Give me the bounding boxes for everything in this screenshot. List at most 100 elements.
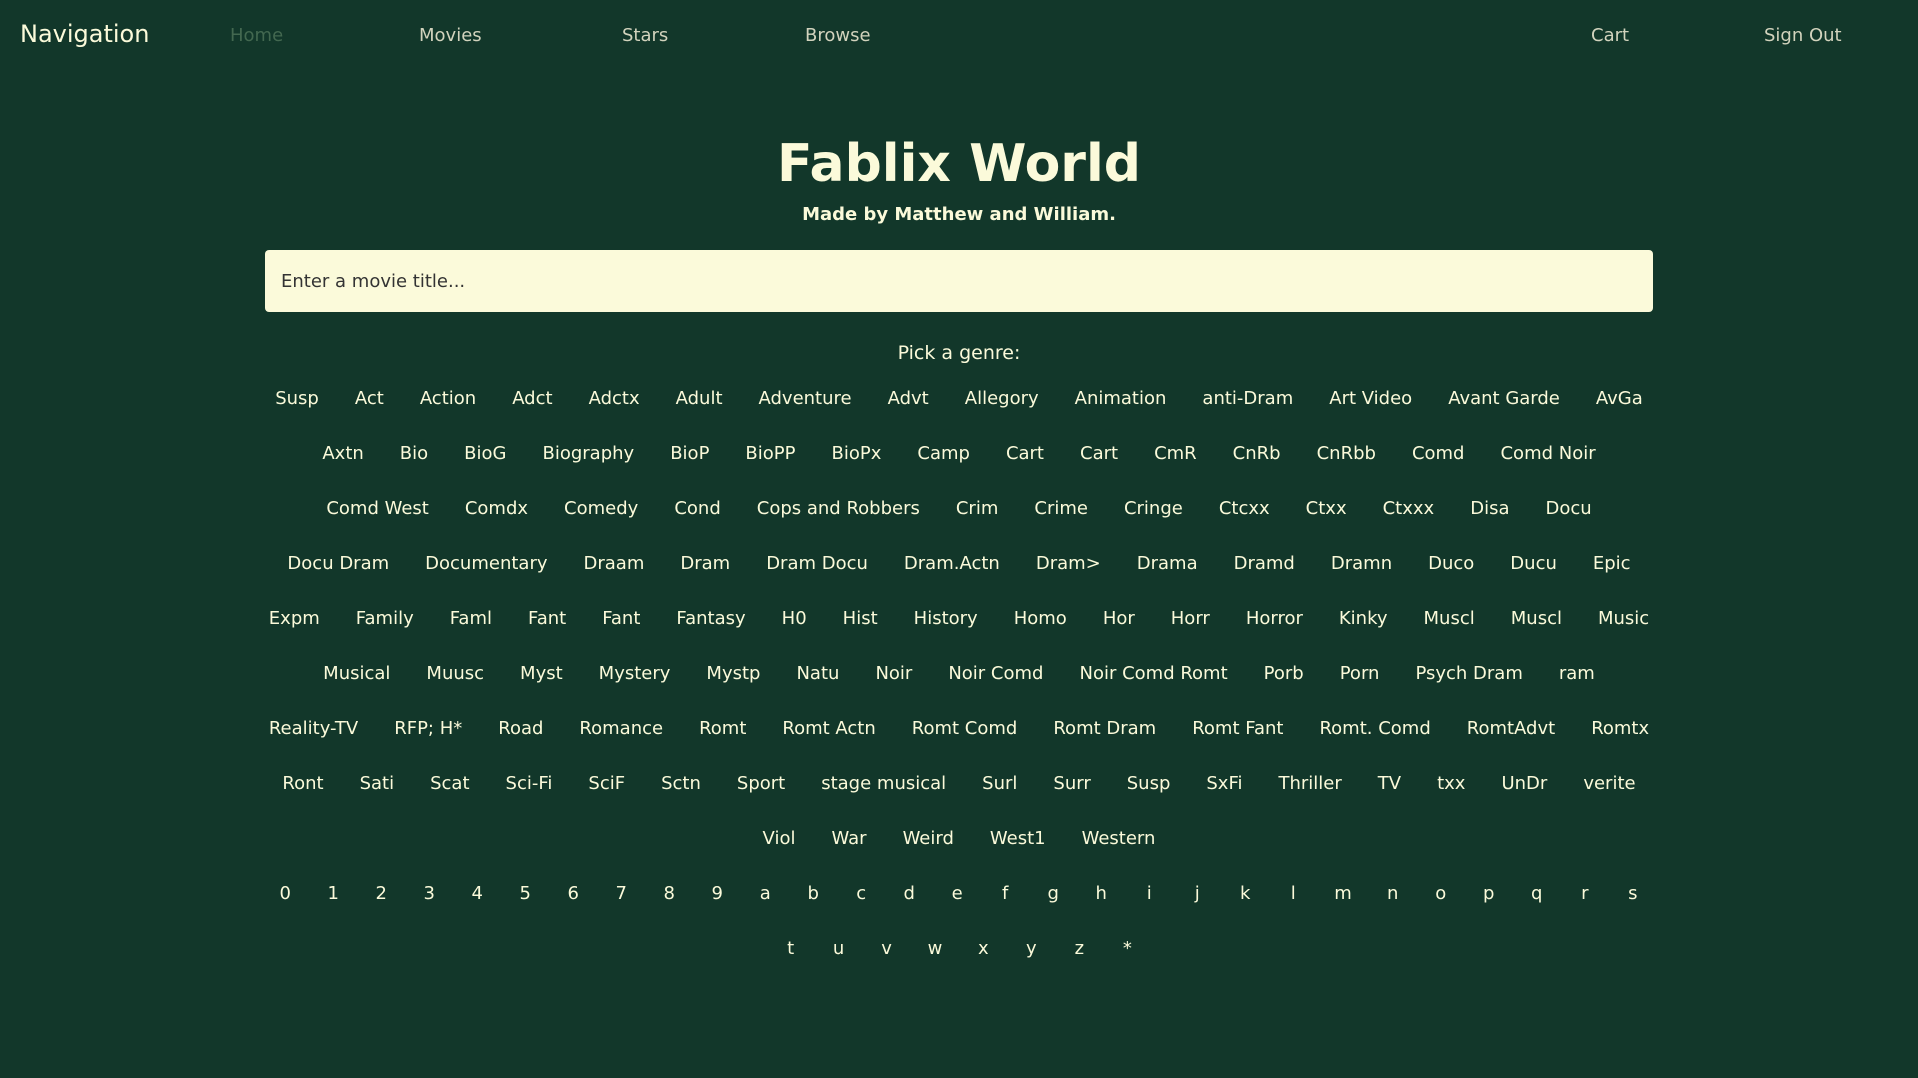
genre-link[interactable]: Disa: [1470, 494, 1509, 523]
title-initial-link[interactable]: q: [1530, 879, 1544, 908]
genre-link[interactable]: Homo: [1014, 604, 1067, 633]
genre-link[interactable]: Animation: [1075, 384, 1167, 413]
genre-link[interactable]: Sati: [360, 769, 395, 798]
genre-link[interactable]: Docu: [1545, 494, 1591, 523]
genre-link[interactable]: Mystp: [706, 659, 760, 688]
genre-link[interactable]: Muscl: [1424, 604, 1475, 633]
title-initial-link[interactable]: z: [1072, 934, 1086, 963]
genre-link[interactable]: CmR: [1154, 439, 1197, 468]
genre-link[interactable]: Sci-Fi: [506, 769, 553, 798]
genre-link[interactable]: Mystery: [599, 659, 671, 688]
genre-link[interactable]: Scat: [430, 769, 469, 798]
nav-cart-link[interactable]: Cart: [1591, 25, 1629, 46]
title-initial-link[interactable]: a: [758, 879, 772, 908]
genre-link[interactable]: Action: [420, 384, 476, 413]
genre-link[interactable]: Dram>: [1036, 549, 1101, 578]
genre-link[interactable]: Horr: [1171, 604, 1210, 633]
title-initial-link[interactable]: u: [832, 934, 846, 963]
genre-link[interactable]: BioPP: [745, 439, 795, 468]
genre-link[interactable]: Adctx: [589, 384, 640, 413]
genre-link[interactable]: Cart: [1080, 439, 1118, 468]
genre-link[interactable]: RFP; H*: [394, 714, 462, 743]
title-initial-link[interactable]: h: [1094, 879, 1108, 908]
genre-link[interactable]: Sctn: [661, 769, 701, 798]
genre-link[interactable]: Dram.Actn: [904, 549, 1000, 578]
genre-link[interactable]: Fantasy: [676, 604, 745, 633]
genre-link[interactable]: Ctxxx: [1383, 494, 1435, 523]
title-initial-link[interactable]: w: [928, 934, 943, 963]
genre-link[interactable]: Ctxx: [1306, 494, 1347, 523]
title-initial-link[interactable]: t: [784, 934, 798, 963]
genre-link[interactable]: War: [831, 824, 866, 853]
genre-link[interactable]: Susp: [275, 384, 319, 413]
genre-link[interactable]: Romt Fant: [1192, 714, 1283, 743]
title-initial-link[interactable]: j: [1190, 879, 1204, 908]
genre-link[interactable]: Adult: [676, 384, 723, 413]
genre-link[interactable]: Romt Actn: [782, 714, 875, 743]
title-initial-link[interactable]: 6: [566, 879, 580, 908]
genre-link[interactable]: Music: [1598, 604, 1649, 633]
title-initial-link[interactable]: b: [806, 879, 820, 908]
genre-link[interactable]: Allegory: [965, 384, 1039, 413]
genre-link[interactable]: Comdx: [465, 494, 528, 523]
title-initial-link[interactable]: s: [1626, 879, 1640, 908]
title-initial-link[interactable]: 3: [422, 879, 436, 908]
genre-link[interactable]: Bio: [400, 439, 428, 468]
genre-link[interactable]: Viol: [763, 824, 796, 853]
genre-link[interactable]: anti-Dram: [1202, 384, 1293, 413]
title-initial-link[interactable]: 1: [326, 879, 340, 908]
genre-link[interactable]: Myst: [520, 659, 563, 688]
title-initial-link[interactable]: 7: [614, 879, 628, 908]
genre-link[interactable]: Hor: [1103, 604, 1135, 633]
genre-link[interactable]: Porb: [1264, 659, 1304, 688]
title-initial-link[interactable]: 8: [662, 879, 676, 908]
genre-link[interactable]: Fant: [528, 604, 566, 633]
title-initial-link[interactable]: g: [1046, 879, 1060, 908]
nav-stars-link[interactable]: Stars: [622, 25, 668, 46]
genre-link[interactable]: Hist: [843, 604, 878, 633]
genre-link[interactable]: SciF: [588, 769, 625, 798]
genre-link[interactable]: verite: [1583, 769, 1635, 798]
genre-link[interactable]: Natu: [796, 659, 839, 688]
genre-link[interactable]: Weird: [903, 824, 954, 853]
title-initial-link[interactable]: i: [1142, 879, 1156, 908]
nav-brand[interactable]: Navigation: [20, 20, 149, 48]
title-initial-link[interactable]: r: [1578, 879, 1592, 908]
genre-link[interactable]: UnDr: [1501, 769, 1547, 798]
nav-home-link[interactable]: Home: [230, 25, 283, 46]
genre-link[interactable]: Noir: [875, 659, 912, 688]
genre-link[interactable]: Musical: [323, 659, 390, 688]
genre-link[interactable]: Faml: [450, 604, 492, 633]
title-initial-link[interactable]: 0: [278, 879, 292, 908]
genre-link[interactable]: Romtx: [1591, 714, 1649, 743]
genre-link[interactable]: Horror: [1246, 604, 1303, 633]
title-initial-link[interactable]: m: [1334, 879, 1352, 908]
genre-link[interactable]: Drama: [1137, 549, 1198, 578]
genre-link[interactable]: Thriller: [1279, 769, 1342, 798]
genre-link[interactable]: Romt: [699, 714, 746, 743]
genre-link[interactable]: Fant: [602, 604, 640, 633]
genre-link[interactable]: H0: [782, 604, 807, 633]
genre-link[interactable]: CnRbb: [1317, 439, 1376, 468]
genre-link[interactable]: Ctcxx: [1219, 494, 1270, 523]
nav-browse-link[interactable]: Browse: [805, 25, 871, 46]
genre-link[interactable]: Documentary: [425, 549, 547, 578]
genre-link[interactable]: Comedy: [564, 494, 638, 523]
genre-link[interactable]: History: [914, 604, 978, 633]
genre-link[interactable]: Adct: [512, 384, 552, 413]
genre-link[interactable]: Western: [1082, 824, 1156, 853]
genre-link[interactable]: ram: [1559, 659, 1595, 688]
genre-link[interactable]: Noir Comd Romt: [1079, 659, 1227, 688]
genre-link[interactable]: BioG: [464, 439, 506, 468]
genre-link[interactable]: Surr: [1053, 769, 1090, 798]
genre-link[interactable]: Dramd: [1234, 549, 1295, 578]
genre-link[interactable]: Family: [356, 604, 414, 633]
genre-link[interactable]: Crime: [1034, 494, 1088, 523]
title-initial-link[interactable]: 2: [374, 879, 388, 908]
title-initial-link[interactable]: o: [1434, 879, 1448, 908]
genre-link[interactable]: Romt. Comd: [1319, 714, 1430, 743]
genre-link[interactable]: txx: [1437, 769, 1465, 798]
title-initial-link[interactable]: e: [950, 879, 964, 908]
genre-link[interactable]: Epic: [1593, 549, 1631, 578]
genre-link[interactable]: Sport: [737, 769, 785, 798]
